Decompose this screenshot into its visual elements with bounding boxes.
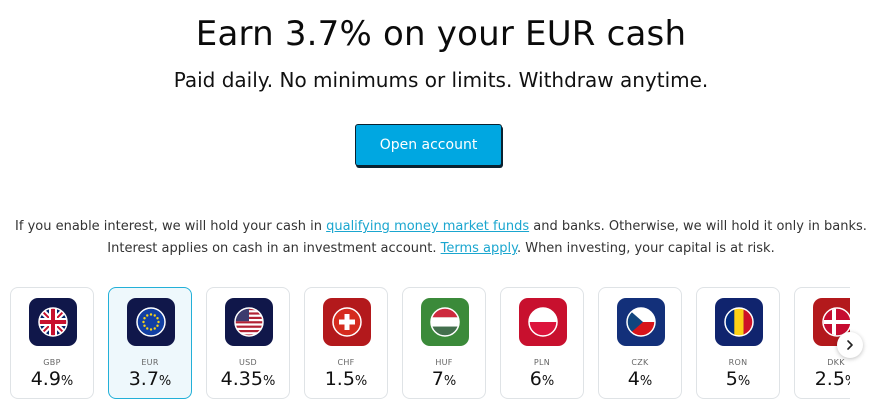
currency-rate: 2.5% [814,368,850,390]
currency-code: CZK [631,358,649,367]
currency-card-czk[interactable]: CZK 4% [598,287,682,399]
hero-subtitle: Paid daily. No minimums or limits. Withd… [173,68,709,92]
currency-card-ron[interactable]: RON 5% [696,287,780,399]
currency-card-gbp[interactable]: GBP 4.9% [10,287,94,399]
currency-card-pln[interactable]: PLN 6% [500,287,584,399]
currency-code: DKK [827,358,845,367]
currency-carousel: GBP 4.9% EUR 3.7% USD 4.35% CHF 1.5% HUF… [10,287,850,399]
currency-card-eur[interactable]: EUR 3.7% [108,287,192,399]
hero-title: Earn 3.7% on your EUR cash [195,14,687,54]
romania-flag-icon [715,298,763,346]
disclaimer-line-2: Interest applies on cash in an investmen… [0,238,882,260]
hungary-flag-icon [421,298,469,346]
currency-rate: 6% [529,368,555,390]
disclaimer-text: If you enable interest, we will hold you… [15,219,327,234]
eu-flag-icon [127,298,175,346]
swiss-flag-icon [323,298,371,346]
currency-card-usd[interactable]: USD 4.35% [206,287,290,399]
currency-rate: 1.5% [324,368,368,390]
currency-code: RON [728,358,748,367]
disclaimer-text: . When investing, your capital is at ris… [516,241,775,256]
terms-apply-link[interactable]: Terms apply [441,241,517,256]
us-flag-icon [225,298,273,346]
currency-rate: 5% [725,368,751,390]
currency-code: EUR [141,358,159,367]
currency-code: GBP [43,358,61,367]
currency-rate: 4.9% [30,368,74,390]
currency-code: HUF [435,358,453,367]
currency-code: CHF [337,358,355,367]
disclaimer-line-1: If you enable interest, we will hold you… [0,216,882,238]
disclaimer: If you enable interest, we will hold you… [0,216,882,260]
open-account-button[interactable]: Open account [355,124,502,166]
disclaimer-text: and banks. Otherwise, we will hold it on… [529,219,867,234]
czech-flag-icon [617,298,665,346]
currency-code: PLN [533,358,551,367]
currency-card-chf[interactable]: CHF 1.5% [304,287,388,399]
currency-rate: 4.35% [220,368,276,390]
currency-rate: 7% [431,368,457,390]
poland-flag-icon [519,298,567,346]
chevron-right-icon [847,340,853,350]
uk-flag-icon [29,298,77,346]
currency-code: USD [239,358,257,367]
disclaimer-text: Interest applies on cash in an investmen… [107,241,441,256]
carousel-next-button[interactable] [837,332,863,358]
currency-card-huf[interactable]: HUF 7% [402,287,486,399]
money-market-funds-link[interactable]: qualifying money market funds [326,219,529,234]
currency-rate: 3.7% [128,368,172,390]
currency-rate: 4% [627,368,653,390]
